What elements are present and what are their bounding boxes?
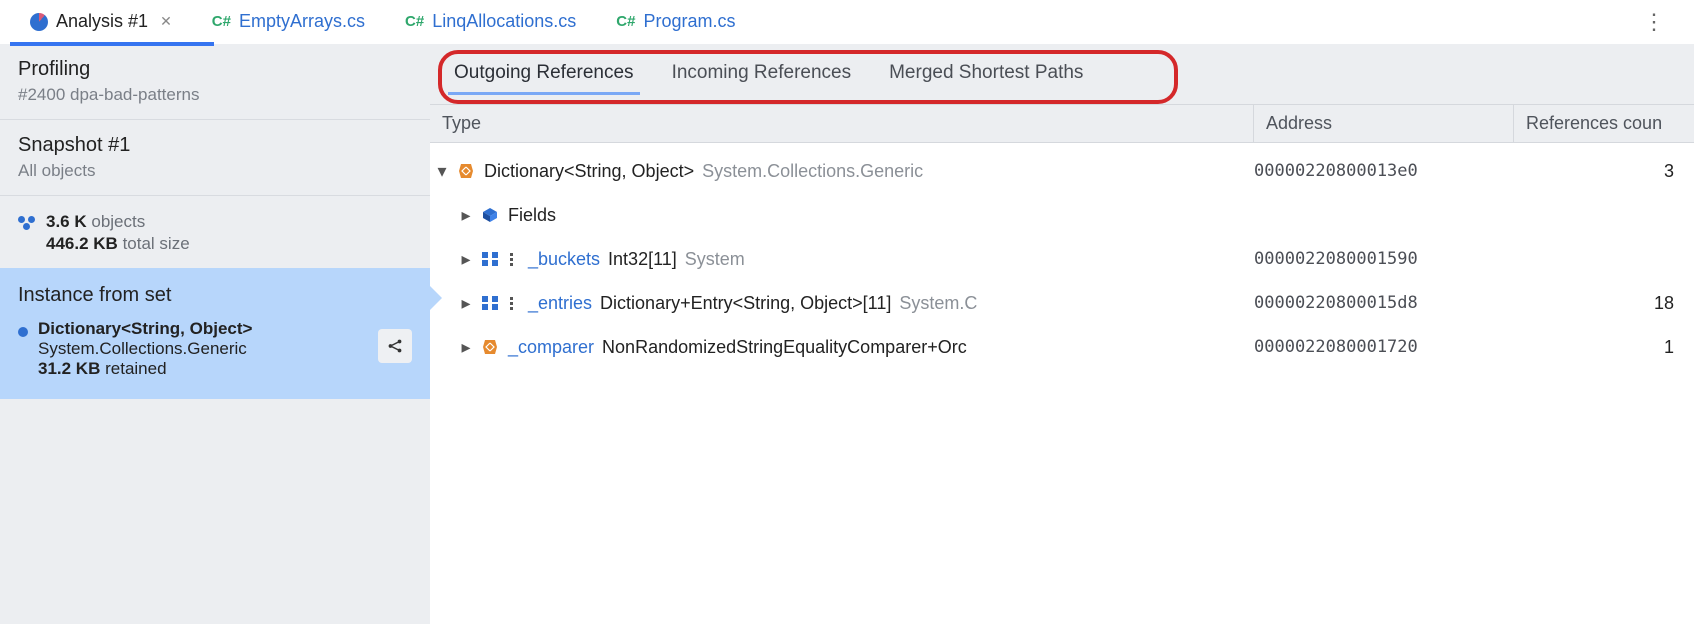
address-cell: 0000022080001590 bbox=[1254, 249, 1514, 269]
array-icon bbox=[480, 249, 500, 269]
refcount-cell: 18 bbox=[1514, 293, 1694, 314]
field-name: _comparer bbox=[508, 337, 594, 358]
type-name: Dictionary<String, Object> bbox=[484, 161, 694, 182]
col-refcount[interactable]: References coun bbox=[1514, 105, 1694, 142]
tab-label: Analysis #1 bbox=[56, 11, 148, 32]
table-row[interactable]: ▸ _buckets Int32[11] System 00000220800015… bbox=[430, 237, 1694, 281]
share-button[interactable] bbox=[378, 329, 412, 363]
tab-file-emptyarrays[interactable]: C# EmptyArrays.cs bbox=[192, 1, 385, 43]
close-icon[interactable]: ✕ bbox=[160, 13, 172, 30]
profiling-title: Profiling bbox=[18, 58, 412, 81]
namespace: System.C bbox=[899, 293, 977, 314]
objects-icon bbox=[18, 216, 36, 226]
table-row[interactable]: ▸ Fields bbox=[430, 193, 1694, 237]
reference-tabs: Outgoing References Incoming References … bbox=[430, 44, 1694, 105]
tabs-overflow-button[interactable]: ⋮ bbox=[1615, 9, 1694, 35]
chevron-right-icon[interactable]: ▸ bbox=[460, 337, 472, 358]
chevron-right-icon[interactable]: ▸ bbox=[460, 293, 472, 314]
total-label: total size bbox=[123, 234, 190, 253]
table-row[interactable]: ▸ _comparer NonRandomizedStringEqualityCo… bbox=[430, 325, 1694, 369]
field-icon bbox=[508, 251, 520, 267]
refcount-cell: 3 bbox=[1514, 161, 1694, 182]
chevron-down-icon[interactable]: ▾ bbox=[436, 161, 448, 182]
field-name: _entries bbox=[528, 293, 592, 314]
tab-outgoing-references[interactable]: Outgoing References bbox=[450, 58, 638, 94]
type-name: Fields bbox=[508, 205, 556, 226]
chevron-right-icon[interactable]: ▸ bbox=[460, 205, 472, 226]
instance-retained-label: retained bbox=[105, 359, 166, 378]
objects-count: 3.6 K bbox=[46, 212, 87, 231]
instance-type: Dictionary<String, Object> bbox=[38, 319, 378, 339]
col-type[interactable]: Type bbox=[430, 105, 1254, 142]
csharp-icon: C# bbox=[616, 13, 635, 30]
snapshot-subtitle: All objects bbox=[18, 161, 412, 181]
tab-incoming-references[interactable]: Incoming References bbox=[668, 58, 856, 94]
editor-tabstrip: Analysis #1 ✕ C# EmptyArrays.cs C# LinqA… bbox=[0, 0, 1694, 44]
type-name: Int32[11] bbox=[608, 249, 677, 270]
stats-panel[interactable]: 3.6 K objects 446.2 KB total size bbox=[0, 196, 430, 268]
tab-analysis[interactable]: Analysis #1 ✕ bbox=[10, 1, 192, 43]
tab-file-linqallocations[interactable]: C# LinqAllocations.cs bbox=[385, 1, 596, 43]
table-row[interactable]: ▸ _entries Dictionary+Entry<String, Objec… bbox=[430, 281, 1694, 325]
profiling-panel[interactable]: Profiling #2400 dpa-bad-patterns bbox=[0, 44, 430, 120]
csharp-icon: C# bbox=[212, 13, 231, 30]
type-name: Dictionary+Entry<String, Object>[11] bbox=[600, 293, 891, 314]
class-icon bbox=[480, 337, 500, 357]
share-icon bbox=[386, 337, 404, 355]
main-body: Profiling #2400 dpa-bad-patterns Snapsho… bbox=[0, 44, 1694, 624]
active-tab-underline bbox=[10, 42, 214, 46]
refcount-cell: 1 bbox=[1514, 337, 1694, 358]
chevron-right-icon[interactable]: ▸ bbox=[460, 249, 472, 270]
bullet-icon bbox=[18, 327, 28, 337]
field-icon bbox=[508, 295, 520, 311]
snapshot-panel[interactable]: Snapshot #1 All objects bbox=[0, 120, 430, 196]
sidebar: Profiling #2400 dpa-bad-patterns Snapsho… bbox=[0, 44, 430, 624]
namespace: System bbox=[685, 249, 745, 270]
tab-merged-shortest-paths[interactable]: Merged Shortest Paths bbox=[885, 58, 1087, 94]
tab-label: LinqAllocations.cs bbox=[432, 11, 576, 32]
box-icon bbox=[480, 205, 500, 225]
namespace: System.Collections.Generic bbox=[702, 161, 923, 182]
objects-label: objects bbox=[91, 212, 145, 231]
address-cell: 00000220800015d8 bbox=[1254, 293, 1514, 313]
total-size: 446.2 KB bbox=[46, 234, 118, 253]
type-name: NonRandomizedStringEqualityComparer+Orc bbox=[602, 337, 967, 358]
col-address[interactable]: Address bbox=[1254, 105, 1514, 142]
table-row[interactable]: ▾ Dictionary<String, Object> System.Coll… bbox=[430, 149, 1694, 193]
instance-panel[interactable]: Instance from set Dictionary<String, Obj… bbox=[0, 268, 430, 399]
grid-header: Type Address References coun bbox=[430, 105, 1694, 143]
tab-label: EmptyArrays.cs bbox=[239, 11, 365, 32]
class-icon bbox=[456, 161, 476, 181]
tab-label: Program.cs bbox=[643, 11, 735, 32]
instance-retained: 31.2 KB bbox=[38, 359, 100, 378]
tab-file-program[interactable]: C# Program.cs bbox=[596, 1, 755, 43]
instance-namespace: System.Collections.Generic bbox=[38, 339, 378, 359]
grid-rows: ▾ Dictionary<String, Object> System.Coll… bbox=[430, 143, 1694, 375]
array-icon bbox=[480, 293, 500, 313]
instance-header: Instance from set bbox=[18, 284, 412, 307]
main-panel: Outgoing References Incoming References … bbox=[430, 44, 1694, 624]
analysis-pie-icon bbox=[30, 13, 48, 31]
field-name: _buckets bbox=[528, 249, 600, 270]
profiling-subtitle: #2400 dpa-bad-patterns bbox=[18, 85, 412, 105]
address-cell: 0000022080001720 bbox=[1254, 337, 1514, 357]
address-cell: 00000220800013e0 bbox=[1254, 161, 1514, 181]
snapshot-title: Snapshot #1 bbox=[18, 134, 412, 157]
csharp-icon: C# bbox=[405, 13, 424, 30]
